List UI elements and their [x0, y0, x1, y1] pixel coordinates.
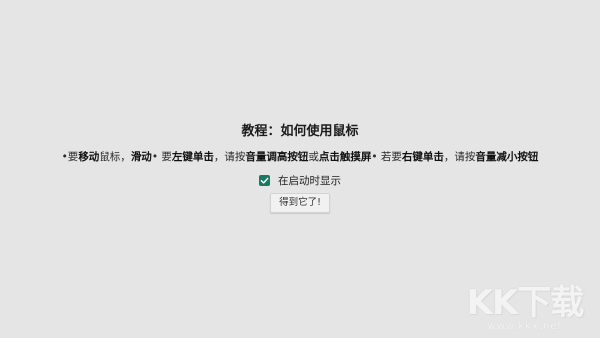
instruction-segment: •要 [61, 151, 79, 163]
tutorial-dialog: 教程：如何使用鼠标 •要移动鼠标，滑动• 要左键单击，请按音量调高按钮或点击触摸… [0, 122, 600, 213]
instruction-segment: • 要 [151, 151, 172, 163]
instruction-segment: • 若要 [371, 151, 402, 163]
instruction-segment: 点击触摸屏 [318, 151, 372, 163]
instruction-segment: ，请按 [213, 151, 246, 163]
instruction-segment: 滑动 [130, 151, 152, 163]
watermark: KK下载 www.kkx.net [460, 285, 590, 332]
instruction-segment: 左键单击 [171, 151, 214, 163]
screen: 教程：如何使用鼠标 •要移动鼠标，滑动• 要左键单击，请按音量调高按钮或点击触摸… [0, 0, 600, 338]
dialog-title: 教程：如何使用鼠标 [241, 124, 359, 139]
instruction-segment: 音量调高按钮 [245, 151, 309, 163]
instruction-segment: 移动 [78, 151, 100, 163]
instruction-segment: 音量减小按钮 [475, 151, 539, 163]
watermark-logo: KK下载 [466, 283, 585, 323]
instruction-segment: ，请按 [443, 151, 476, 163]
show-on-startup-label[interactable]: 在启动时显示 [278, 173, 341, 188]
instruction-segment: 或 [308, 151, 319, 163]
instructions-text: •要移动鼠标，滑动• 要左键单击，请按音量调高按钮或点击触摸屏• 若要右键单击，… [0, 150, 600, 164]
show-on-startup-checkbox[interactable] [259, 174, 270, 186]
got-it-button[interactable]: 得到它了! [270, 193, 330, 213]
checkmark-icon [260, 177, 269, 184]
instruction-segment: 右键单击 [401, 151, 444, 163]
instruction-segment: 鼠标， [99, 151, 131, 163]
show-on-startup-row: 在启动时显示 [0, 173, 600, 187]
